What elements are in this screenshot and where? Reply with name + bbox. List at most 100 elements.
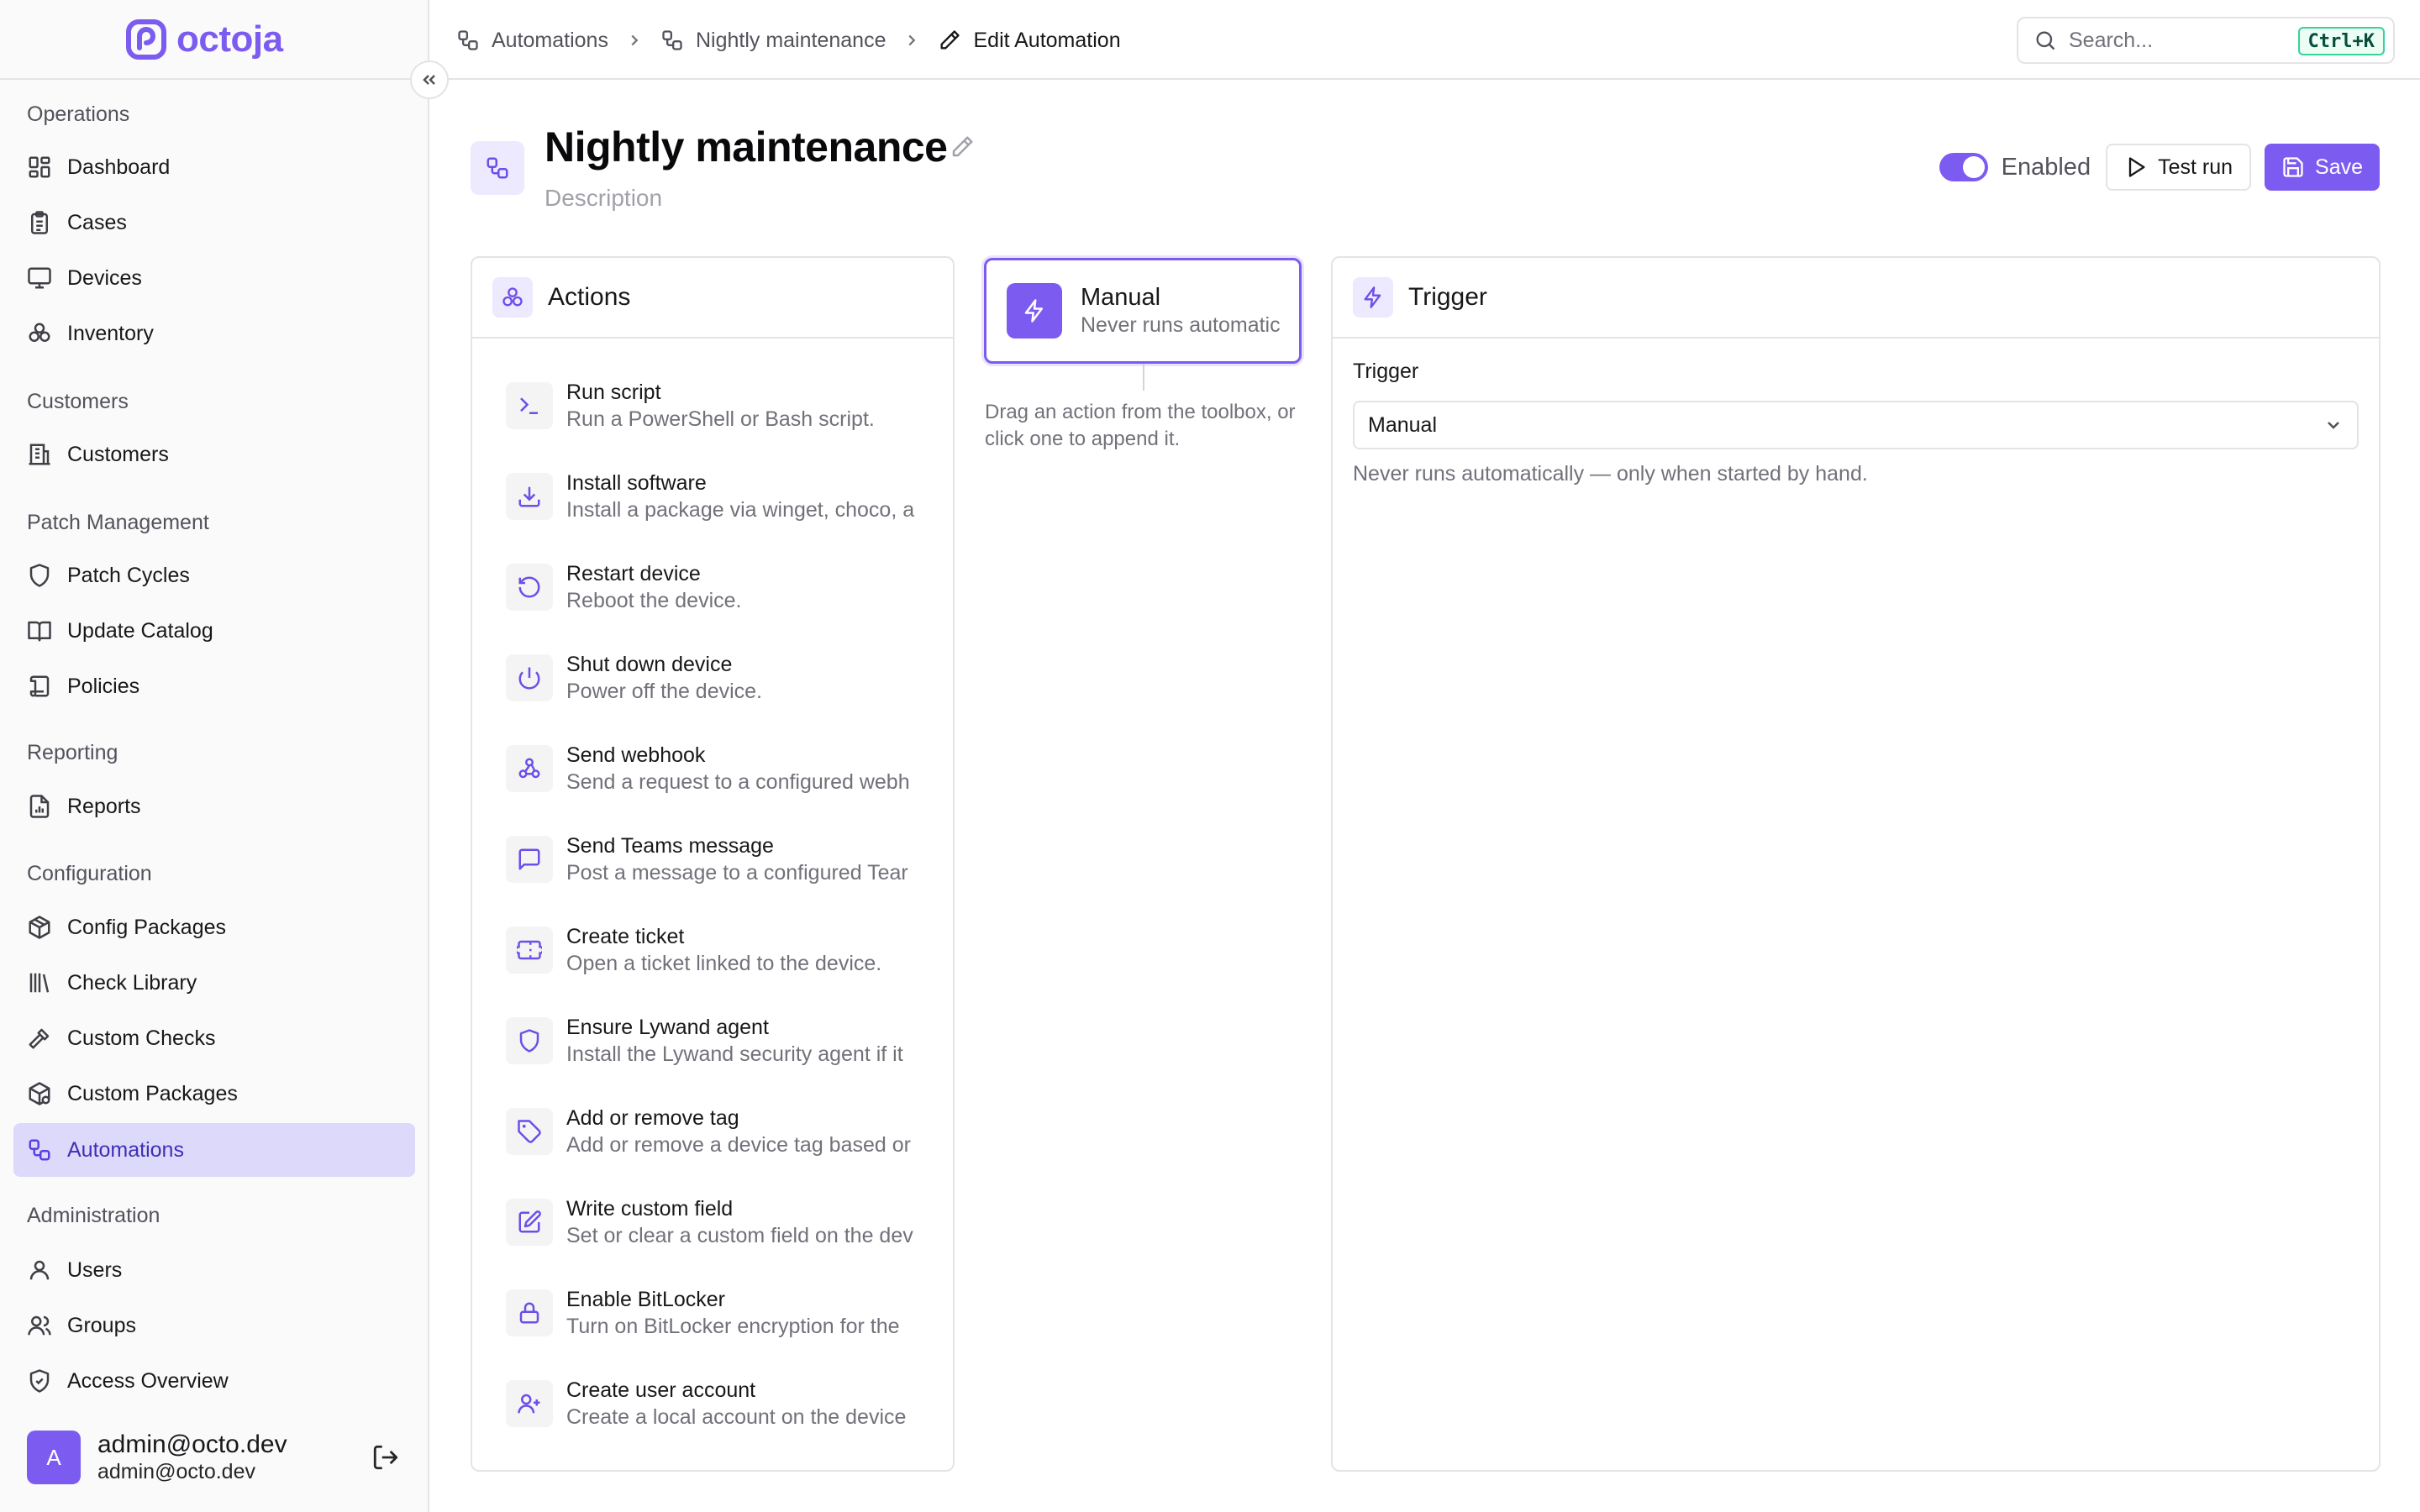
octoja-logo-icon (126, 19, 166, 60)
lock-icon (517, 1300, 542, 1326)
user-name: admin@octo.dev (97, 1431, 287, 1458)
action-send-teams-message[interactable]: Send Teams message Post a message to a co… (506, 826, 943, 893)
enabled-label: Enabled (2001, 153, 2091, 181)
trigger-panel-header: Trigger (1333, 258, 2379, 339)
actions-panel-header: Actions (472, 258, 953, 339)
sidebar-item-groups[interactable]: Groups (13, 1299, 415, 1352)
action-create-user-account[interactable]: Create user account Create a local accoun… (506, 1370, 943, 1437)
workflow-icon (660, 29, 684, 52)
sidebar-item-update-catalog[interactable]: Update Catalog (13, 604, 415, 658)
packages-icon (27, 1081, 52, 1106)
workflow-icon (456, 29, 480, 52)
breadcrumb-nightly-maintenance[interactable]: Nightly maintenance (660, 29, 886, 53)
sidebar-item-label: Groups (67, 1313, 136, 1337)
nav-section-customers: Customers (27, 390, 129, 413)
action-partially-hidden[interactable] (506, 1461, 943, 1470)
action-title: Enable BitLocker (566, 1288, 726, 1311)
enabled-toggle[interactable] (1939, 153, 1988, 181)
action-desc: Turn on BitLocker encryption for the (566, 1315, 900, 1338)
sidebar-item-label: Devices (67, 265, 142, 290)
chevron-down-icon (2323, 415, 2344, 435)
sidebar-item-customers[interactable]: Customers (13, 428, 415, 481)
breadcrumb-automations[interactable]: Automations (456, 29, 608, 53)
monitor-icon (27, 265, 52, 291)
description-field[interactable]: Description (544, 185, 662, 212)
save-label: Save (2315, 155, 2363, 179)
test-run-button[interactable]: Test run (2106, 144, 2252, 191)
user-email: admin@octo.dev (97, 1460, 255, 1483)
sidebar-item-cases[interactable]: Cases (13, 196, 415, 249)
action-title: Create user account (566, 1378, 756, 1402)
action-desc: Post a message to a configured Tear (566, 861, 908, 885)
sidebar-item-access-overview[interactable]: Access Overview (13, 1354, 415, 1408)
users-icon (27, 1313, 52, 1338)
action-install-software[interactable]: Install software Install a package via wi… (506, 463, 943, 530)
search-input[interactable]: Search... Ctrl+K (2017, 17, 2395, 64)
shield-icon (27, 563, 52, 588)
sidebar-item-dashboard[interactable]: Dashboard (13, 140, 415, 194)
tag-icon (517, 1119, 542, 1144)
action-desc: Reboot the device. (566, 589, 742, 612)
nav-section-operations: Operations (27, 102, 130, 126)
sidebar-item-inventory[interactable]: Inventory (13, 307, 415, 360)
action-title: Shut down device (566, 653, 733, 676)
ticket-icon (517, 937, 542, 963)
action-enable-bitlocker[interactable]: Enable BitLocker Turn on BitLocker encryp… (506, 1279, 943, 1347)
message-icon (517, 847, 542, 872)
sidebar-item-automations[interactable]: Automations (13, 1123, 415, 1177)
action-send-webhook[interactable]: Send webhook Send a request to a configur… (506, 735, 943, 802)
action-create-ticket[interactable]: Create ticket Open a ticket linked to the… (506, 916, 943, 984)
sidebar-item-label: Custom Checks (67, 1026, 216, 1050)
hammer-icon (27, 1026, 52, 1051)
action-title: Run script (566, 381, 661, 404)
sidebar-divider (0, 78, 429, 80)
action-ensure-lywand-agent[interactable]: Ensure Lywand agent Install the Lywand se… (506, 1007, 943, 1074)
restart-icon (517, 575, 542, 600)
sidebar-item-check-library[interactable]: Check Library (13, 956, 415, 1010)
sidebar-item-label: Customers (67, 442, 169, 466)
action-desc: Install the Lywand security agent if it (566, 1042, 903, 1066)
sidebar-item-devices[interactable]: Devices (13, 251, 415, 305)
save-button[interactable]: Save (2265, 144, 2380, 191)
brand-logo[interactable]: octoja (126, 18, 283, 60)
sidebar-item-policies[interactable]: Policies (13, 659, 415, 713)
collapse-sidebar-button[interactable] (410, 60, 449, 99)
action-desc: Power off the device. (566, 680, 763, 703)
page-title[interactable]: Nightly maintenance (544, 123, 948, 171)
edit-icon (517, 1210, 542, 1235)
sidebar-item-custom-packages[interactable]: Custom Packages (13, 1067, 415, 1121)
sidebar-item-custom-checks[interactable]: Custom Checks (13, 1011, 415, 1065)
trigger-panel-title: Trigger (1408, 283, 1487, 311)
chevron-right-icon (902, 31, 921, 50)
action-write-custom-field[interactable]: Write custom field Set or clear a custom … (506, 1189, 943, 1256)
action-shut-down-device[interactable]: Shut down device Power off the device. (506, 644, 943, 711)
trigger-node[interactable]: Manual Never runs automatic (984, 258, 1302, 364)
trigger-node-icon (1007, 283, 1062, 339)
sidebar-item-label: Access Overview (67, 1368, 229, 1393)
shield-check-icon (27, 1368, 52, 1394)
sidebar-item-config-packages[interactable]: Config Packages (13, 900, 415, 954)
sidebar-item-patch-cycles[interactable]: Patch Cycles (13, 549, 415, 602)
sidebar-item-reports[interactable]: Reports (13, 780, 415, 833)
pencil-icon (938, 29, 961, 52)
logout-icon[interactable] (371, 1443, 400, 1472)
sidebar-item-users[interactable]: Users (13, 1243, 415, 1297)
user-card[interactable]: A admin@octo.dev admin@octo.dev (27, 1428, 413, 1487)
user-plus-icon (517, 1391, 542, 1416)
chevron-right-icon (625, 31, 644, 50)
trigger-select[interactable]: Manual (1353, 401, 2359, 449)
power-icon (517, 665, 542, 690)
avatar: A (27, 1431, 81, 1484)
boxes-icon (27, 321, 52, 346)
action-title: Create ticket (566, 925, 685, 948)
action-restart-device[interactable]: Restart device Reboot the device. (506, 554, 943, 621)
action-run-script[interactable]: Run script Run a PowerShell or Bash scrip… (506, 372, 943, 439)
edit-title-icon[interactable] (950, 134, 975, 160)
sidebar-item-label: Check Library (67, 970, 197, 995)
action-add-remove-tag[interactable]: Add or remove tag Add or remove a device … (506, 1098, 943, 1165)
action-desc: Send a request to a configured webh (566, 770, 910, 794)
scroll-icon (27, 674, 52, 699)
action-title: Write custom field (566, 1197, 734, 1221)
action-desc: Set or clear a custom field on the dev (566, 1224, 913, 1247)
automation-icon (471, 141, 524, 195)
